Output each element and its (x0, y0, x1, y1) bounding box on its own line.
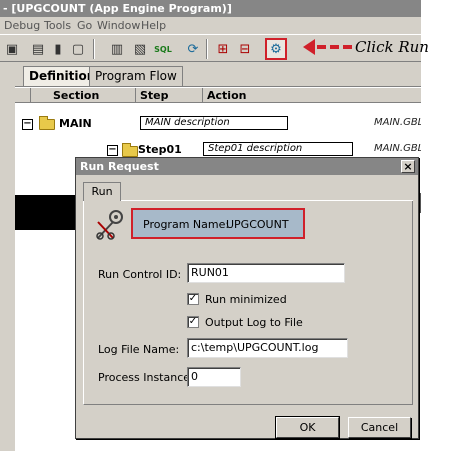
step-gbl: MAIN.GBL (374, 143, 421, 154)
close-icon[interactable]: × (401, 160, 415, 173)
step-name[interactable]: Step01 (138, 143, 182, 156)
toolbar-separator (206, 39, 208, 59)
dialog-title: Run Request (76, 158, 418, 175)
refresh-icon[interactable]: ⟳ (183, 39, 203, 59)
header-section[interactable]: Section (49, 88, 136, 103)
menu-go[interactable]: Go (77, 17, 92, 34)
menu-debug[interactable]: Debug (4, 17, 40, 34)
run-control-label: Run Control ID: (98, 268, 182, 281)
toggle-icon[interactable]: ▣ (2, 39, 22, 59)
folder-icon (122, 143, 138, 157)
section-description[interactable]: MAIN description (140, 116, 288, 130)
sql-icon[interactable]: SQL (153, 39, 173, 59)
folder-icon (39, 116, 55, 130)
step-description[interactable]: Step01 description (203, 142, 353, 156)
collapse-main-icon[interactable]: − (22, 119, 33, 130)
log-file-label: Log File Name: (98, 343, 180, 356)
insert-icon[interactable]: ⊞ (213, 39, 233, 59)
main-tabs: Definition Program Flow (20, 66, 421, 88)
page2-icon[interactable]: ▧ (130, 39, 150, 59)
menu-tools[interactable]: Tools (44, 17, 71, 34)
black-band (15, 195, 77, 230)
tab-run[interactable]: Run (83, 182, 121, 201)
section-gbl: MAIN.GBL (374, 117, 421, 128)
annotation-arrow-icon (303, 39, 352, 55)
program-name-box: Program Name: UPGCOUNT (131, 208, 305, 239)
run-minimized-checkbox[interactable]: ✓ (187, 293, 199, 305)
program-name-value: UPGCOUNT (226, 218, 289, 231)
window-title: - [UPGCOUNT (App Engine Program)] (0, 0, 421, 17)
menu-bar: Debug Tools Go Window Help (0, 17, 421, 34)
delete-icon[interactable]: ⊟ (235, 39, 255, 59)
menu-window[interactable]: Window (97, 17, 140, 34)
output-log-row[interactable]: ✓ Output Log to File (187, 315, 303, 329)
output-log-checkbox[interactable]: ✓ (187, 316, 199, 328)
run-minimized-row[interactable]: ✓ Run minimized (187, 292, 287, 306)
properties-icon[interactable]: ▤ (28, 39, 48, 59)
tab-program-flow[interactable]: Program Flow (89, 66, 183, 87)
run-control-field[interactable]: RUN01 (187, 263, 345, 283)
cancel-button[interactable]: Cancel (348, 417, 411, 438)
process-run-icon (96, 210, 123, 240)
menu-help[interactable]: Help (141, 17, 166, 34)
header-step[interactable]: Step (136, 88, 203, 103)
panel-edge (120, 200, 413, 201)
database-icon[interactable]: ▮ (48, 39, 68, 59)
section-name[interactable]: MAIN (59, 117, 92, 130)
run-minimized-label: Run minimized (205, 292, 287, 306)
header-spacer (15, 88, 31, 103)
header-action[interactable]: Action (203, 88, 421, 103)
output-log-label: Output Log to File (205, 315, 303, 329)
run-button[interactable]: ⚙ (265, 38, 287, 60)
collapse-step-icon[interactable]: − (107, 145, 118, 156)
run-icon: ⚙ (270, 41, 282, 57)
run-request-dialog: Run Request × Run Program Name: UPGCOUNT… (75, 157, 419, 439)
log-file-field[interactable]: c:\temp\UPGCOUNT.log (187, 338, 348, 358)
column-header-row: Section Step Action (15, 88, 421, 103)
process-instance-label: Process Instance: (98, 371, 194, 384)
toolbar-separator (93, 39, 95, 59)
process-instance-field[interactable]: 0 (187, 367, 241, 387)
program-name-label: Program Name: (143, 218, 230, 231)
page-icon[interactable]: ▥ (107, 39, 127, 59)
ok-button[interactable]: OK (275, 416, 340, 439)
click-run-annotation: Click Run (355, 38, 429, 56)
window-icon[interactable]: ▢ (68, 39, 88, 59)
